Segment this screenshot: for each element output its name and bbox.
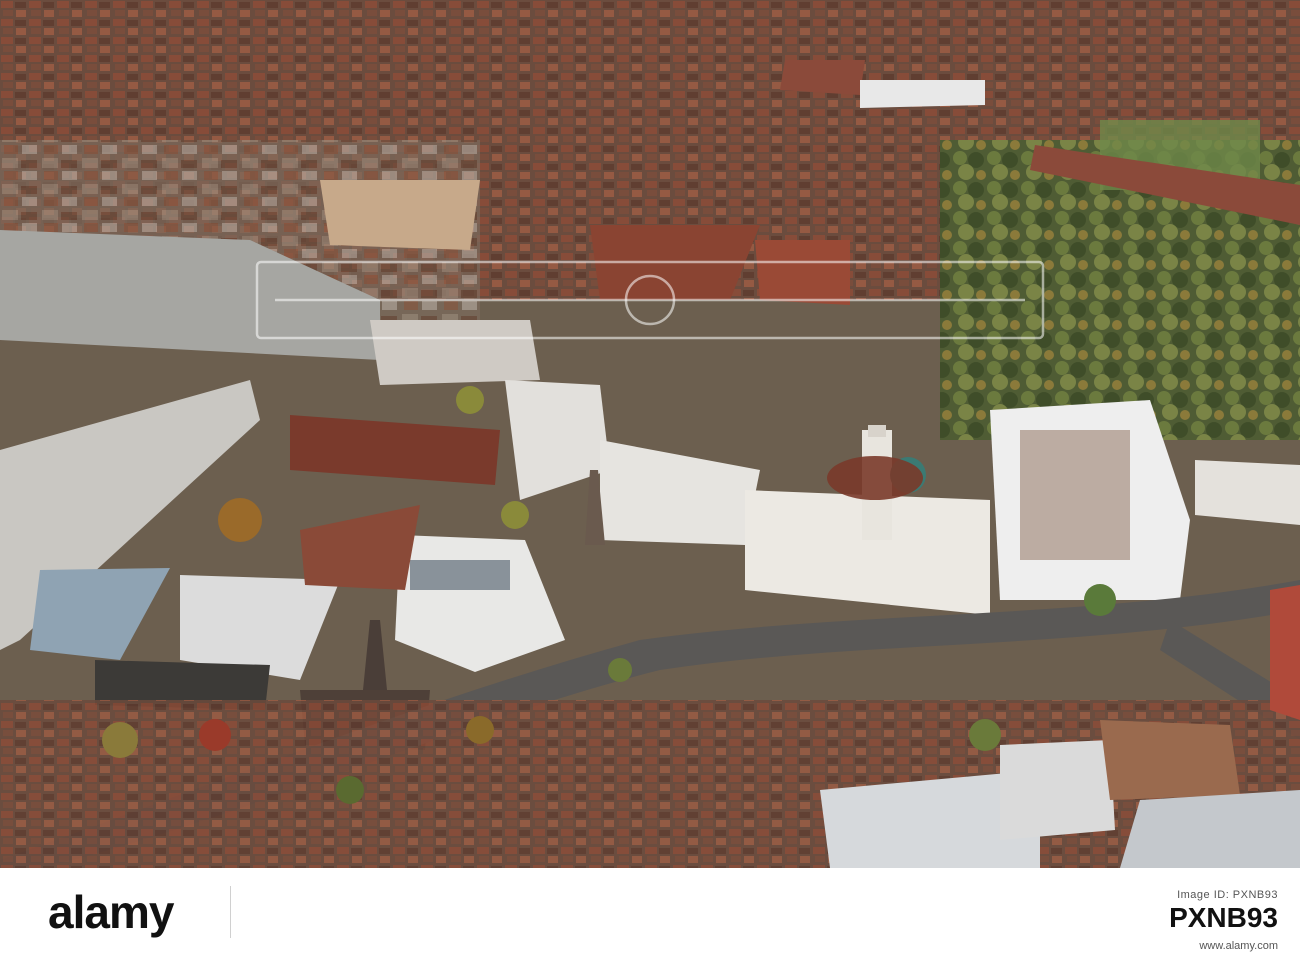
aerial-photo	[0, 0, 1300, 868]
footer-bar: alamy Image ID: PXNB93 PXNB93 www.alamy.…	[0, 868, 1300, 956]
image-id-value: PXNB93	[1169, 902, 1278, 933]
footer-divider	[230, 886, 231, 938]
alamy-watermark	[255, 260, 1045, 340]
image-id-box: Image ID: PXNB93 PXNB93	[1169, 888, 1278, 936]
site-url[interactable]: www.alamy.com	[1199, 940, 1278, 952]
alamy-logo[interactable]: alamy	[48, 886, 174, 938]
image-id-label: Image ID: PXNB93	[1177, 889, 1278, 901]
